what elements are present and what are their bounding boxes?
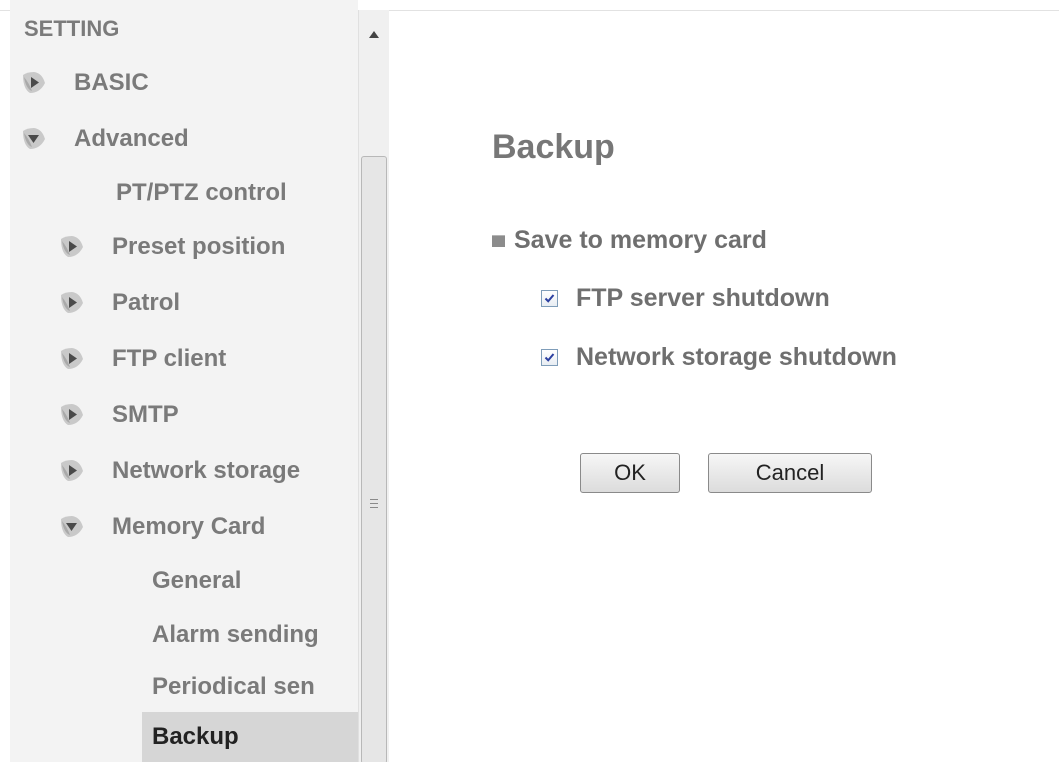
check-icon bbox=[544, 294, 555, 303]
grip-icon bbox=[370, 499, 378, 511]
scroll-up-icon[interactable] bbox=[359, 18, 389, 50]
sidebar-item-label: Memory Card bbox=[112, 513, 266, 540]
sidebar-title: SETTING bbox=[24, 16, 120, 41]
check-icon bbox=[544, 353, 555, 362]
sidebar-item-label: Preset position bbox=[112, 233, 286, 260]
sidebar-item-pt-ptz-control[interactable]: PT/PTZ control bbox=[116, 173, 287, 213]
sidebar-item-label: SMTP bbox=[112, 401, 179, 428]
arrow-down-icon bbox=[58, 513, 86, 541]
sidebar-item-ftp-client[interactable]: FTP client bbox=[58, 339, 226, 379]
option-label: FTP server shutdown bbox=[576, 284, 830, 312]
ok-button[interactable]: OK bbox=[580, 453, 680, 493]
arrow-right-icon bbox=[20, 69, 48, 97]
sidebar-item-alarm-sending[interactable]: Alarm sending bbox=[152, 615, 319, 655]
ftp-server-shutdown-checkbox[interactable] bbox=[541, 290, 558, 307]
sidebar-item-network-storage[interactable]: Network storage bbox=[58, 451, 300, 491]
settings-sidebar: SETTING BASIC Advanced PT/PTZ control Pr… bbox=[10, 0, 358, 762]
arrow-right-icon bbox=[58, 233, 86, 261]
sidebar-item-patrol[interactable]: Patrol bbox=[58, 283, 180, 323]
sidebar-item-label: General bbox=[152, 567, 242, 594]
sidebar-item-label: Network storage bbox=[112, 457, 301, 484]
sidebar-item-smtp[interactable]: SMTP bbox=[58, 395, 179, 435]
arrow-right-icon bbox=[58, 289, 86, 317]
sidebar-item-basic[interactable]: BASIC bbox=[20, 63, 149, 103]
sidebar-item-memory-card[interactable]: Memory Card bbox=[58, 507, 265, 547]
sidebar-item-label: BASIC bbox=[74, 69, 149, 96]
arrow-right-icon bbox=[58, 345, 86, 373]
sidebar-item-label: Alarm sending bbox=[152, 621, 319, 648]
save-to-memory-card-section: Save to memory card bbox=[492, 226, 767, 255]
arrow-right-icon bbox=[58, 401, 86, 429]
scroll-thumb[interactable] bbox=[361, 156, 387, 762]
sidebar-item-label: Periodical sen bbox=[152, 673, 315, 700]
bullet-icon bbox=[492, 234, 505, 247]
cancel-button[interactable]: Cancel bbox=[708, 453, 872, 493]
sidebar-item-backup[interactable]: Backup bbox=[142, 712, 358, 762]
sidebar-item-label: PT/PTZ control bbox=[116, 179, 287, 206]
sidebar-item-periodical-sending[interactable]: Periodical sen bbox=[152, 667, 315, 707]
sidebar-item-preset-position[interactable]: Preset position bbox=[58, 227, 285, 267]
option-ftp-server-shutdown[interactable]: FTP server shutdown bbox=[541, 284, 830, 313]
sidebar-item-label: Backup bbox=[152, 723, 239, 750]
sidebar-scrollbar[interactable] bbox=[358, 10, 389, 762]
sidebar-item-label: Advanced bbox=[74, 125, 189, 152]
network-storage-shutdown-checkbox[interactable] bbox=[541, 349, 558, 366]
arrow-down-icon bbox=[20, 125, 48, 153]
sidebar-item-advanced[interactable]: Advanced bbox=[20, 119, 189, 159]
arrow-right-icon bbox=[58, 457, 86, 485]
page-title: Backup bbox=[492, 128, 615, 166]
sidebar-item-label: FTP client bbox=[112, 345, 227, 372]
settings-page: SETTING BASIC Advanced PT/PTZ control Pr… bbox=[0, 0, 1059, 762]
option-network-storage-shutdown[interactable]: Network storage shutdown bbox=[541, 343, 897, 372]
sidebar-item-label: Patrol bbox=[112, 289, 181, 316]
option-label: Network storage shutdown bbox=[576, 343, 897, 371]
section-label: Save to memory card bbox=[514, 226, 767, 254]
sidebar-item-general[interactable]: General bbox=[152, 561, 241, 601]
